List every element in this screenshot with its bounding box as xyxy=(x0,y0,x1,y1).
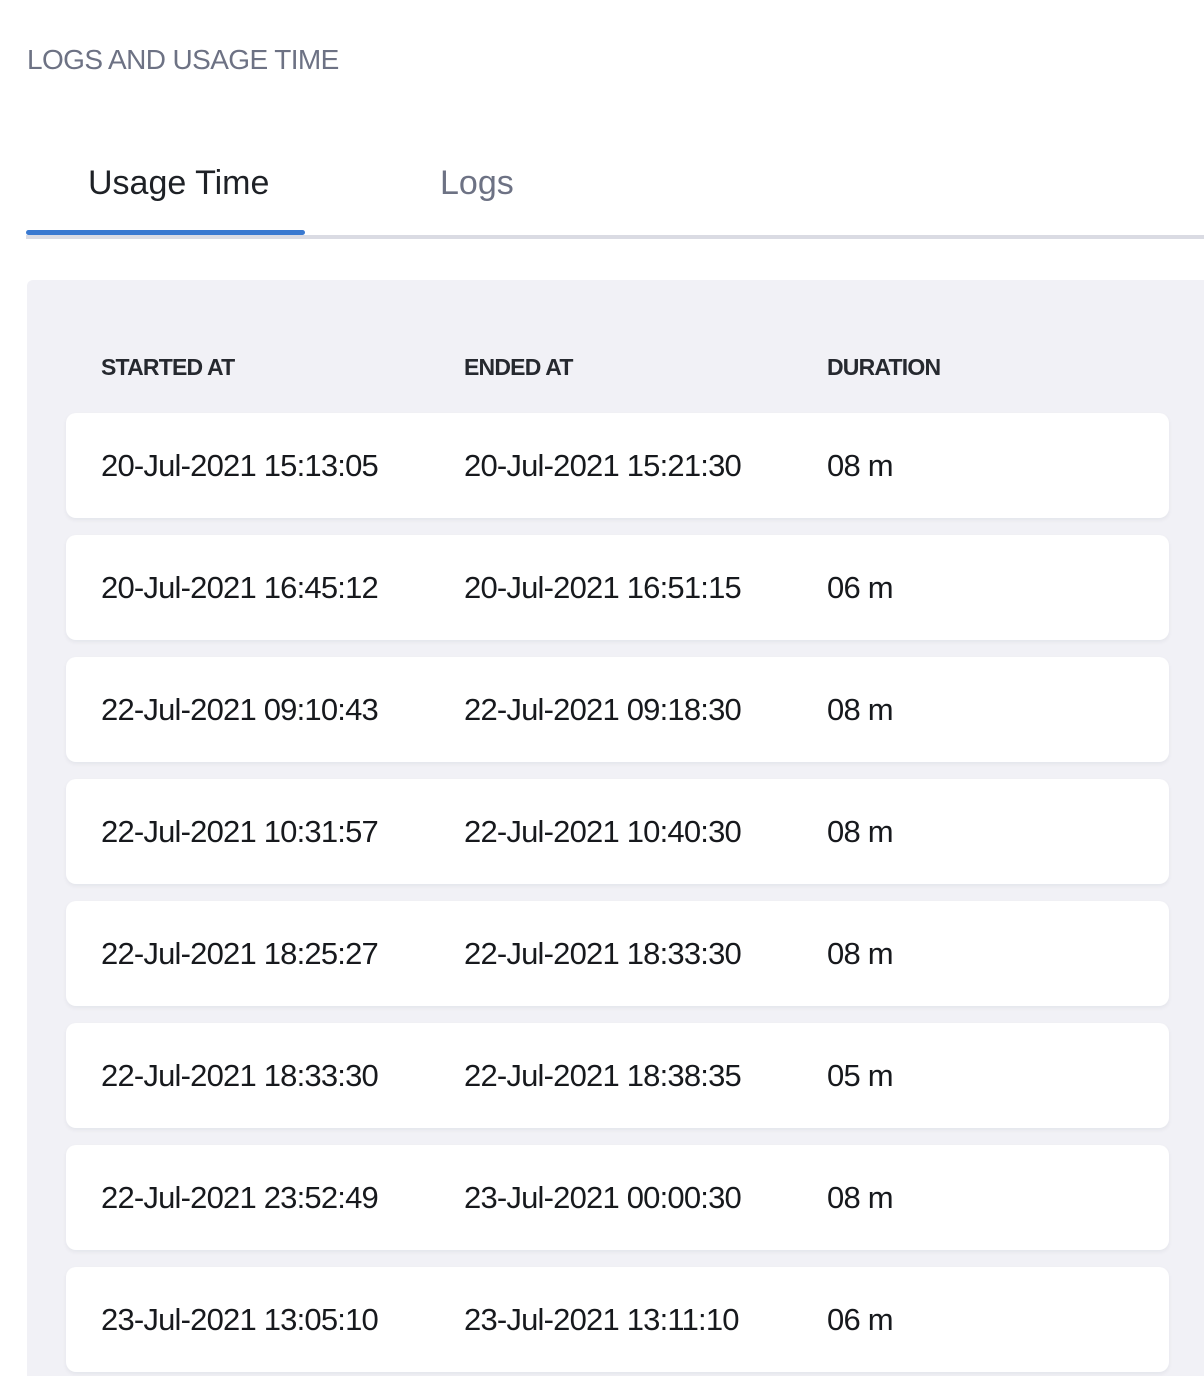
tab-logs[interactable]: Logs xyxy=(305,150,585,236)
cell-duration: 08 m xyxy=(827,1180,1169,1216)
cell-started-at: 20-Jul-2021 15:13:05 xyxy=(101,448,464,484)
table-row: 20-Jul-2021 16:45:1220-Jul-2021 16:51:15… xyxy=(66,535,1169,640)
table-row: 22-Jul-2021 10:31:5722-Jul-2021 10:40:30… xyxy=(66,779,1169,884)
table-row: 22-Jul-2021 18:25:2722-Jul-2021 18:33:30… xyxy=(66,901,1169,1006)
cell-ended-at: 23-Jul-2021 13:11:10 xyxy=(464,1302,827,1338)
usage-time-row-list: 20-Jul-2021 15:13:0520-Jul-2021 15:21:30… xyxy=(66,413,1204,1372)
tab-strip-divider xyxy=(26,235,1204,239)
tab-usage-time-label: Usage Time xyxy=(88,164,269,202)
cell-started-at: 22-Jul-2021 10:31:57 xyxy=(101,814,464,850)
table-row: 22-Jul-2021 09:10:4322-Jul-2021 09:18:30… xyxy=(66,657,1169,762)
cell-ended-at: 22-Jul-2021 09:18:30 xyxy=(464,692,827,728)
cell-ended-at: 22-Jul-2021 18:33:30 xyxy=(464,936,827,972)
cell-started-at: 22-Jul-2021 09:10:43 xyxy=(101,692,464,728)
table-row: 23-Jul-2021 13:05:1023-Jul-2021 13:11:10… xyxy=(66,1267,1169,1372)
cell-started-at: 20-Jul-2021 16:45:12 xyxy=(101,570,464,606)
table-header-row: STARTED AT ENDED AT DURATION xyxy=(66,350,1169,385)
column-header-ended-at: ENDED AT xyxy=(464,350,827,385)
cell-duration: 06 m xyxy=(827,1302,1169,1338)
page-title: LOGS AND USAGE TIME xyxy=(27,42,339,78)
cell-ended-at: 20-Jul-2021 16:51:15 xyxy=(464,570,827,606)
cell-duration: 08 m xyxy=(827,936,1169,972)
usage-time-panel: STARTED AT ENDED AT DURATION 20-Jul-2021… xyxy=(27,280,1204,1376)
tab-usage-time[interactable]: Usage Time xyxy=(26,150,305,236)
cell-started-at: 22-Jul-2021 18:25:27 xyxy=(101,936,464,972)
cell-started-at: 22-Jul-2021 23:52:49 xyxy=(101,1180,464,1216)
column-header-started-at: STARTED AT xyxy=(101,350,464,385)
table-row: 22-Jul-2021 18:33:3022-Jul-2021 18:38:35… xyxy=(66,1023,1169,1128)
column-header-duration: DURATION xyxy=(827,350,1169,385)
cell-duration: 08 m xyxy=(827,448,1169,484)
cell-duration: 08 m xyxy=(827,692,1169,728)
cell-ended-at: 20-Jul-2021 15:21:30 xyxy=(464,448,827,484)
cell-started-at: 22-Jul-2021 18:33:30 xyxy=(101,1058,464,1094)
table-row: 22-Jul-2021 23:52:4923-Jul-2021 00:00:30… xyxy=(66,1145,1169,1250)
tab-logs-label: Logs xyxy=(440,164,514,202)
cell-duration: 06 m xyxy=(827,570,1169,606)
active-tab-indicator xyxy=(26,230,305,235)
cell-started-at: 23-Jul-2021 13:05:10 xyxy=(101,1302,464,1338)
table-row: 20-Jul-2021 15:13:0520-Jul-2021 15:21:30… xyxy=(66,413,1169,518)
cell-ended-at: 22-Jul-2021 10:40:30 xyxy=(464,814,827,850)
cell-duration: 05 m xyxy=(827,1058,1169,1094)
cell-ended-at: 22-Jul-2021 18:38:35 xyxy=(464,1058,827,1094)
cell-duration: 08 m xyxy=(827,814,1169,850)
cell-ended-at: 23-Jul-2021 00:00:30 xyxy=(464,1180,827,1216)
